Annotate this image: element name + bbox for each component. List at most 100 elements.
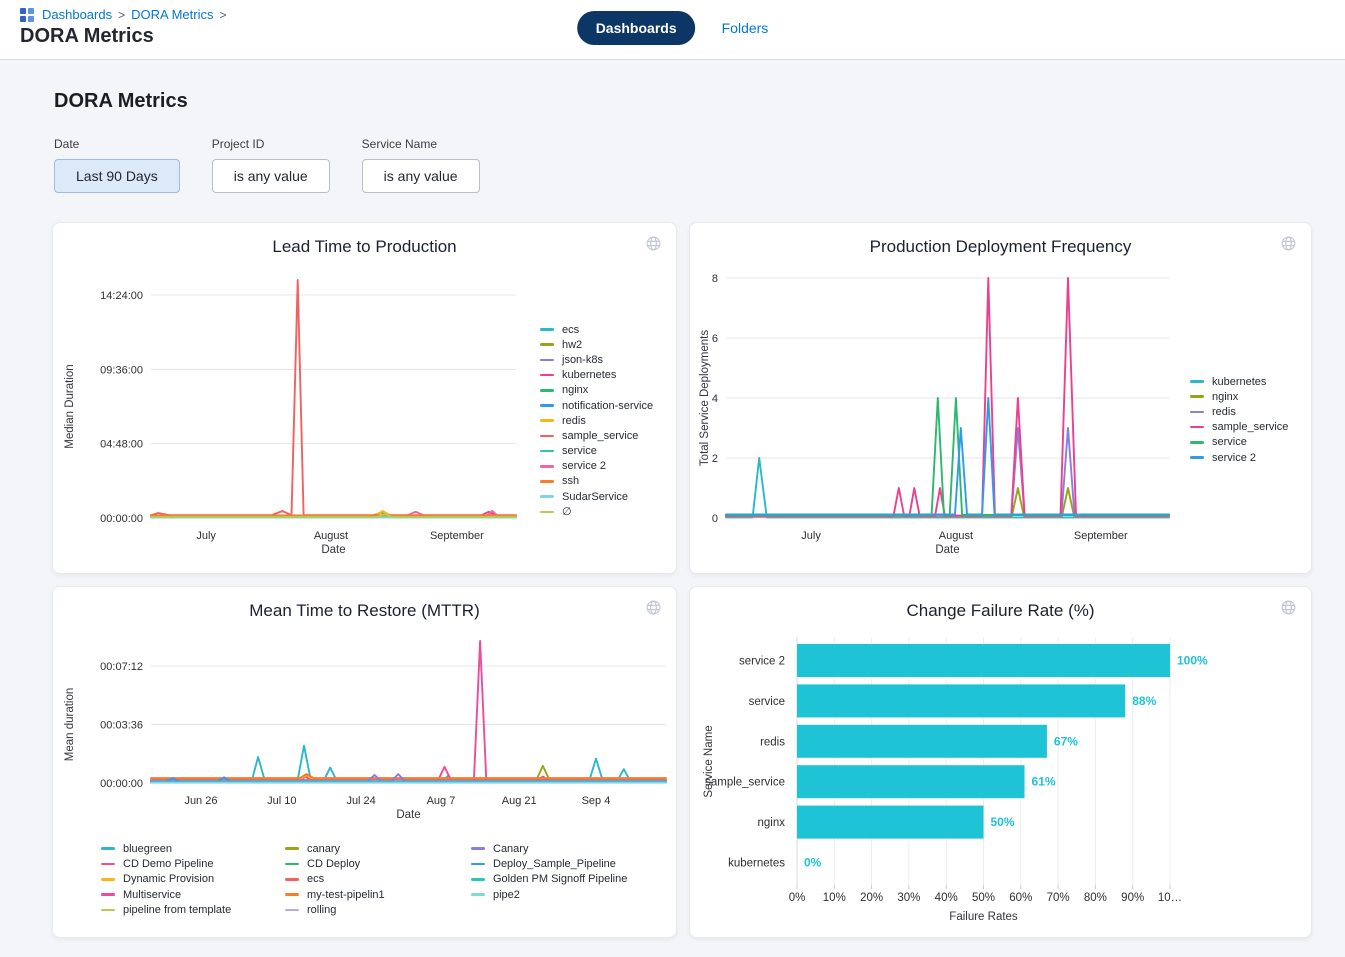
- svg-text:88%: 88%: [1132, 694, 1156, 708]
- svg-text:Jul 24: Jul 24: [346, 795, 375, 807]
- legend-label: json-k8s: [562, 354, 603, 366]
- legend-item[interactable]: nginx: [1190, 389, 1288, 404]
- legend-item[interactable]: service: [1190, 435, 1288, 450]
- legend-item[interactable]: json-k8s: [540, 352, 653, 367]
- filter-label: Service Name: [362, 137, 480, 151]
- legend-swatch: [540, 343, 554, 346]
- legend-item[interactable]: pipe2: [471, 887, 627, 902]
- svg-text:00:00:00: 00:00:00: [100, 513, 143, 525]
- svg-text:4: 4: [712, 393, 718, 405]
- date-filter-button[interactable]: Last 90 Days: [54, 159, 180, 193]
- svg-text:sample_service: sample_service: [705, 777, 785, 789]
- legend-item[interactable]: sample_service: [540, 428, 653, 443]
- service-name-filter-button[interactable]: is any value: [362, 159, 480, 193]
- legend-item[interactable]: Deploy_Sample_Pipeline: [471, 856, 627, 871]
- svg-text:80%: 80%: [1084, 892, 1107, 904]
- legend-item[interactable]: CD Demo Pipeline: [101, 856, 285, 871]
- legend-swatch: [540, 419, 554, 422]
- breadcrumb-dashboards[interactable]: Dashboards: [42, 7, 112, 22]
- legend-item[interactable]: Golden PM Signoff Pipeline: [471, 872, 627, 887]
- legend-swatch: [101, 878, 115, 881]
- legend-item[interactable]: kubernetes: [1190, 374, 1288, 389]
- legend-swatch: [540, 328, 554, 331]
- legend-item[interactable]: bluegreen: [101, 841, 285, 856]
- legend-label: CD Demo Pipeline: [123, 858, 213, 870]
- legend-swatch: [101, 847, 115, 850]
- legend-item[interactable]: Canary: [471, 841, 627, 856]
- legend-swatch: [540, 435, 554, 438]
- legend-label: redis: [1212, 406, 1236, 418]
- svg-text:09:36:00: 09:36:00: [100, 364, 143, 376]
- legend-item[interactable]: CD Deploy: [285, 856, 471, 871]
- legend-item[interactable]: rolling: [285, 903, 471, 918]
- legend-item[interactable]: ∅: [540, 504, 653, 519]
- legend-item[interactable]: redis: [1190, 404, 1288, 419]
- svg-text:100%: 100%: [1177, 654, 1208, 668]
- legend-label: Canary: [493, 843, 528, 855]
- svg-text:6: 6: [712, 333, 718, 345]
- svg-text:nginx: nginx: [758, 817, 786, 829]
- legend-item[interactable]: ssh: [540, 474, 653, 489]
- legend-swatch: [471, 863, 485, 866]
- dashboards-grid-icon: [20, 8, 34, 21]
- legend-item[interactable]: redis: [540, 413, 653, 428]
- legend-item[interactable]: SudarService: [540, 489, 653, 504]
- tab-dashboards[interactable]: Dashboards: [577, 11, 696, 45]
- legend-swatch: [540, 495, 554, 498]
- svg-text:kubernetes: kubernetes: [728, 858, 785, 870]
- legend-item[interactable]: Dynamic Provision: [101, 872, 285, 887]
- legend-item[interactable]: canary: [285, 841, 471, 856]
- legend-item[interactable]: nginx: [540, 383, 653, 398]
- legend-swatch: [285, 878, 299, 881]
- svg-text:61%: 61%: [1032, 775, 1056, 789]
- svg-text:50%: 50%: [972, 892, 995, 904]
- legend-item[interactable]: hw2: [540, 337, 653, 352]
- filter-label: Date: [54, 137, 180, 151]
- svg-text:50%: 50%: [991, 815, 1015, 829]
- legend-item[interactable]: kubernetes: [540, 368, 653, 383]
- svg-text:September: September: [1074, 530, 1128, 542]
- tab-folders[interactable]: Folders: [722, 20, 769, 36]
- svg-text:14:24:00: 14:24:00: [100, 290, 143, 302]
- legend-item[interactable]: ecs: [285, 872, 471, 887]
- legend-swatch: [1190, 441, 1204, 444]
- card-lead-time-to-production: Lead Time to Production 00:00:0004:48:00…: [52, 222, 677, 574]
- breadcrumb-dora-metrics[interactable]: DORA Metrics: [131, 7, 213, 22]
- legend-swatch: [540, 374, 554, 377]
- svg-text:Date: Date: [321, 544, 345, 556]
- legend-label: kubernetes: [562, 369, 616, 381]
- project-id-filter-button[interactable]: is any value: [212, 159, 330, 193]
- svg-text:04:48:00: 04:48:00: [100, 439, 143, 451]
- legend-label: kubernetes: [1212, 376, 1266, 388]
- svg-text:Aug 21: Aug 21: [502, 795, 537, 807]
- legend-item[interactable]: notification-service: [540, 398, 653, 413]
- legend-item[interactable]: pipeline from template: [101, 903, 285, 918]
- legend-swatch: [285, 893, 299, 896]
- legend-label: canary: [307, 843, 340, 855]
- legend-item[interactable]: my-test-pipelin1: [285, 887, 471, 902]
- legend-swatch: [285, 847, 299, 850]
- lead-time-legend: ecshw2 json-k8s kubernetes nginx notificatio…: [540, 322, 653, 519]
- legend-item[interactable]: ecs: [540, 322, 653, 337]
- legend-label: nginx: [562, 384, 588, 396]
- legend-label: sample_service: [1212, 421, 1288, 433]
- legend-item[interactable]: service 2: [1190, 450, 1288, 465]
- legend-item[interactable]: Multiservice: [101, 887, 285, 902]
- legend-swatch: [1190, 456, 1204, 459]
- legend-swatch: [1190, 426, 1204, 429]
- legend-item[interactable]: service: [540, 444, 653, 459]
- svg-text:40%: 40%: [935, 892, 958, 904]
- legend-label: pipe2: [493, 889, 520, 901]
- legend-label: service 2: [1212, 452, 1256, 464]
- svg-text:10…: 10…: [1158, 892, 1182, 904]
- legend-label: sample_service: [562, 430, 638, 442]
- legend-label: nginx: [1212, 391, 1238, 403]
- legend-label: CD Deploy: [307, 858, 360, 870]
- svg-text:July: July: [196, 530, 216, 542]
- legend-swatch: [540, 480, 554, 483]
- svg-text:60%: 60%: [1009, 892, 1032, 904]
- legend-item[interactable]: service 2: [540, 459, 653, 474]
- legend-item[interactable]: sample_service: [1190, 420, 1288, 435]
- svg-text:Service Name: Service Name: [703, 725, 715, 797]
- svg-text:0: 0: [712, 513, 718, 525]
